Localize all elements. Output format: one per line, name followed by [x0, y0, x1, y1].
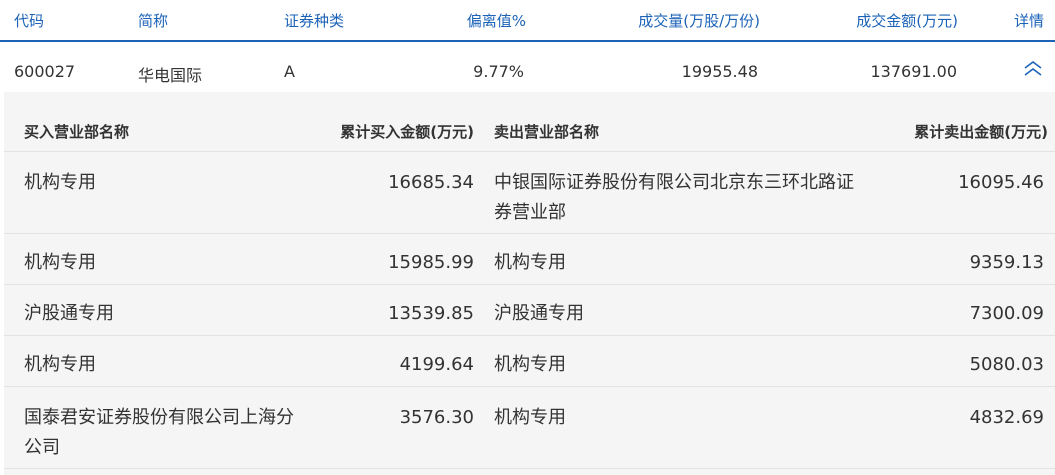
detail-header-sell-dept: 卖出营业部名称 — [494, 123, 600, 141]
sell-amount: 9359.13 — [969, 252, 1044, 273]
sell-dept: 机构专用 — [494, 252, 566, 273]
buy-dept: 机构专用 — [24, 172, 96, 193]
sell-amount: 16095.46 — [958, 172, 1044, 193]
header-volume[interactable]: 成交量(万股/万份) — [580, 10, 760, 31]
header-type[interactable]: 证券种类 — [284, 10, 344, 31]
sell-amount: 4832.69 — [969, 407, 1044, 428]
detail-row: 机构专用 15985.99 机构专用 9359.13 — [4, 234, 1055, 285]
buy-dept: 机构专用 — [24, 252, 96, 273]
double-chevron-up-icon[interactable] — [1022, 60, 1044, 78]
stock-amount: 137691.00 — [870, 62, 957, 81]
stock-name[interactable]: 华电国际 — [138, 62, 202, 86]
buy-dept: 国泰君安证券股份有限公司上海分公司 — [24, 407, 294, 458]
stock-type: A — [284, 62, 295, 81]
header-code[interactable]: 代码 — [14, 10, 44, 31]
stock-volume: 19955.48 — [681, 62, 758, 81]
sell-amount: 5080.03 — [969, 354, 1044, 375]
buy-amount: 16685.34 — [388, 172, 474, 193]
sell-dept: 机构专用 — [494, 407, 566, 428]
header-details: 详情 — [1013, 12, 1044, 30]
buy-amount: 3576.30 — [399, 407, 474, 428]
stock-deviation: 9.77% — [473, 62, 524, 81]
detail-row: 机构专用 16685.34 中银国际证券股份有限公司北京东三环北路证券营业部 1… — [4, 152, 1055, 234]
buy-amount: 4199.64 — [399, 354, 474, 375]
detail-header-buy-amount: 累计买入金额(万元) — [340, 123, 474, 141]
stock-row[interactable]: 600027 华电国际 A 9.77% 19955.48 137691.00 — [0, 42, 1055, 92]
buy-dept: 沪股通专用 — [24, 303, 114, 324]
detail-header: 买入营业部名称 累计买入金额(万元) 卖出营业部名称 累计卖出金额(万元) — [4, 92, 1055, 152]
header-name[interactable]: 简称 — [138, 10, 168, 31]
detail-row: 机构专用 4199.64 机构专用 5080.03 — [4, 336, 1055, 387]
stock-code[interactable]: 600027 — [14, 62, 75, 81]
detail-row: 沪股通专用 13539.85 沪股通专用 7300.09 — [4, 285, 1055, 336]
buy-amount: 13539.85 — [388, 303, 474, 324]
sell-dept: 沪股通专用 — [494, 303, 584, 324]
detail-header-sell-amount: 累计卖出金额(万元) — [914, 123, 1048, 141]
detail-header-buy-dept: 买入营业部名称 — [24, 123, 130, 141]
table-header: 代码 简称 证券种类 偏离值% 成交量(万股/万份) 成交金额(万元) 详情 — [0, 0, 1055, 42]
buy-amount: 15985.99 — [388, 252, 474, 273]
sell-dept: 机构专用 — [494, 354, 566, 375]
sell-dept: 中银国际证券股份有限公司北京东三环北路证券营业部 — [494, 172, 854, 223]
buy-dept: 机构专用 — [24, 354, 96, 375]
header-deviation[interactable]: 偏离值% — [400, 10, 526, 31]
header-amount[interactable]: 成交金额(万元) — [800, 10, 958, 31]
detail-panel: 买入营业部名称 累计买入金额(万元) 卖出营业部名称 累计卖出金额(万元) 机构… — [4, 92, 1055, 475]
detail-row: 国泰君安证券股份有限公司上海分公司 3576.30 机构专用 4832.69 — [4, 387, 1055, 469]
lhb-table: 代码 简称 证券种类 偏离值% 成交量(万股/万份) 成交金额(万元) 详情 6… — [0, 0, 1055, 475]
sell-amount: 7300.09 — [969, 303, 1044, 324]
